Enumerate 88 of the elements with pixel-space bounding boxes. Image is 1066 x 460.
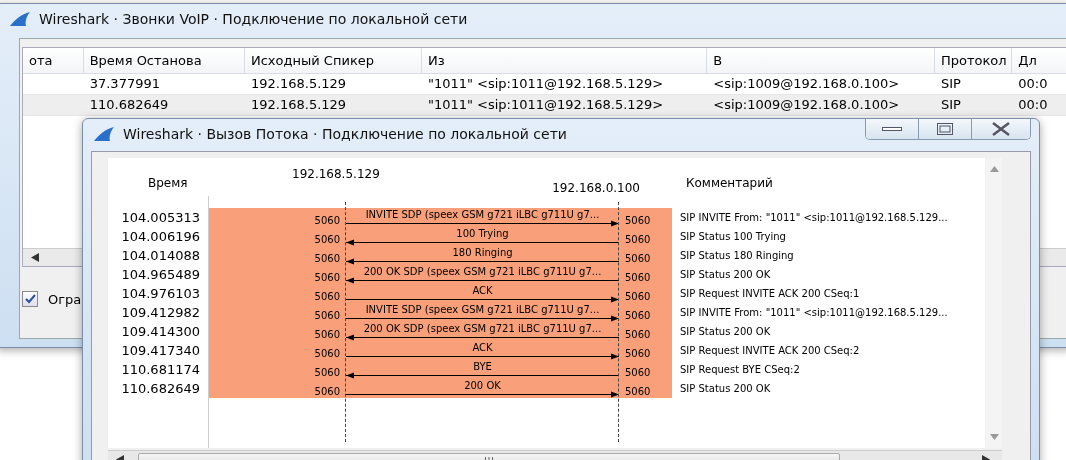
- column-header[interactable]: В: [707, 48, 935, 74]
- port-label: 5060: [624, 367, 652, 379]
- column-header[interactable]: Исходный Спикер: [245, 48, 422, 74]
- port-label: 5060: [313, 329, 341, 341]
- time-label: 104.014088: [120, 247, 201, 265]
- port-label: 5060: [313, 291, 341, 303]
- message-label: INVITE SDP (speex GSM g721 iLBC g711U g7...: [365, 209, 600, 220]
- table-cell-text: 192.168.5.129: [250, 96, 348, 114]
- minimize-icon: [882, 127, 902, 131]
- comment-label: SIP Request INVITE ACK 200 CSeq:1: [679, 287, 861, 301]
- column-header[interactable]: Время Останова: [83, 48, 245, 74]
- time-label: 104.006196: [120, 228, 201, 246]
- time-label: 110.681174: [120, 361, 201, 379]
- message-label: BYE: [473, 361, 492, 372]
- close-icon: [991, 122, 1011, 136]
- host-label: 192.168.0.100: [552, 181, 641, 195]
- maximize-button[interactable]: [919, 119, 972, 139]
- table-cell-text: SIP: [939, 75, 962, 93]
- shark-fin-icon: [93, 126, 115, 142]
- port-label: 5060: [313, 367, 341, 379]
- port-label: 5060: [313, 272, 341, 284]
- scroll-down-icon[interactable]: [990, 434, 999, 440]
- table-row[interactable]: 110.682649 192.168.5.129 "1011" <sip:1011@192.168.5.129> <sip:1009@192.168.0.100> SIP 00:0: [23, 95, 1066, 116]
- column-header: Комментарий: [685, 175, 774, 192]
- comment-label: SIP Status 200 OK: [679, 325, 772, 339]
- checkbox-label: Огра: [48, 291, 82, 307]
- port-label: 5060: [313, 253, 341, 265]
- comment-label: SIP Status 100 Trying: [679, 230, 787, 244]
- message-label: 200 OK SDP (speex GSM g721 iLBC g711U g7...: [363, 266, 602, 277]
- table-cell-text: 00:0: [1017, 96, 1049, 114]
- time-label: 109.417340: [120, 342, 201, 360]
- message-label: 180 Ringing: [452, 247, 513, 258]
- checkbox[interactable]: [22, 291, 38, 307]
- comment-label: SIP INVITE From: "1011" <sip:1011@192.168.5.129...: [679, 306, 949, 320]
- port-label: 5060: [624, 215, 652, 227]
- column-header[interactable]: Протокол: [934, 48, 1013, 74]
- message-label: 200 OK: [464, 380, 501, 391]
- port-label: 5060: [313, 310, 341, 322]
- table-cell-text: <sip:1009@192.168.0.100>: [712, 96, 901, 114]
- column-header[interactable]: ота: [23, 48, 84, 74]
- port-label: 5060: [624, 348, 652, 360]
- window-title: Wireshark · Вызов Потока · Подключение по локальной сети: [123, 126, 567, 142]
- port-label: 5060: [313, 386, 341, 398]
- table-cell-text: <sip:1009@192.168.0.100>: [712, 75, 901, 93]
- message-label: ACK: [472, 285, 493, 296]
- scroll-left-icon[interactable]: [31, 253, 39, 262]
- time-label: 104.965489: [120, 266, 201, 284]
- time-label: 104.976103: [120, 285, 201, 303]
- port-label: 5060: [624, 329, 652, 341]
- comment-label: SIP Status 180 Ringing: [679, 249, 795, 263]
- table-cell-text: 00:0: [1017, 75, 1049, 93]
- window-title: Wireshark · Звонки VoIP · Подключение по локальной сети: [39, 11, 468, 27]
- comment-label: SIP Status 200 OK: [679, 382, 772, 396]
- table-cell-text: 110.682649: [88, 96, 170, 114]
- time-label: 104.005313: [120, 209, 201, 227]
- shark-fin-icon: [9, 11, 31, 27]
- close-button[interactable]: [972, 119, 1030, 139]
- table-cell-text: "1011" <sip:1011@192.168.5.129>: [426, 96, 665, 114]
- port-label: 5060: [624, 234, 652, 246]
- maximize-icon: [937, 123, 953, 135]
- message-label: INVITE SDP (speex GSM g721 iLBC g711U g7...: [365, 304, 600, 315]
- column-header: Время: [147, 175, 189, 192]
- port-label: 5060: [624, 253, 652, 265]
- message-label: 200 OK SDP (speex GSM g721 iLBC g711U g7...: [363, 323, 602, 334]
- port-label: 5060: [624, 310, 652, 322]
- port-label: 5060: [313, 234, 341, 246]
- comment-label: SIP Request INVITE ACK 200 CSeq:2: [679, 344, 861, 358]
- time-label: 109.414300: [120, 323, 201, 341]
- port-label: 5060: [624, 272, 652, 284]
- port-label: 5060: [624, 386, 652, 398]
- message-label: 100 Trying: [456, 228, 509, 239]
- port-label: 5060: [313, 348, 341, 360]
- table-cell-text: 192.168.5.129: [250, 75, 348, 93]
- comment-label: SIP INVITE From: "1011" <sip:1011@192.168.5.129...: [679, 211, 949, 225]
- minimize-button[interactable]: [866, 119, 919, 139]
- time-label: 109.412982: [120, 304, 201, 322]
- port-label: 5060: [624, 291, 652, 303]
- table-cell-text: 37.377991: [88, 75, 161, 93]
- comment-label: SIP Request BYE CSeq:2: [679, 363, 801, 377]
- comment-label: SIP Status 200 OK: [679, 268, 772, 282]
- scroll-up-icon[interactable]: [990, 166, 999, 172]
- table-cell-text: "1011" <sip:1011@192.168.5.129>: [426, 75, 665, 93]
- message-label: ACK: [472, 342, 493, 353]
- port-label: 5060: [313, 215, 341, 227]
- time-label: 110.682649: [120, 380, 201, 398]
- table-cell-text: SIP: [939, 96, 962, 114]
- column-header[interactable]: Из: [421, 48, 708, 74]
- host-label: 192.168.5.129: [292, 167, 381, 181]
